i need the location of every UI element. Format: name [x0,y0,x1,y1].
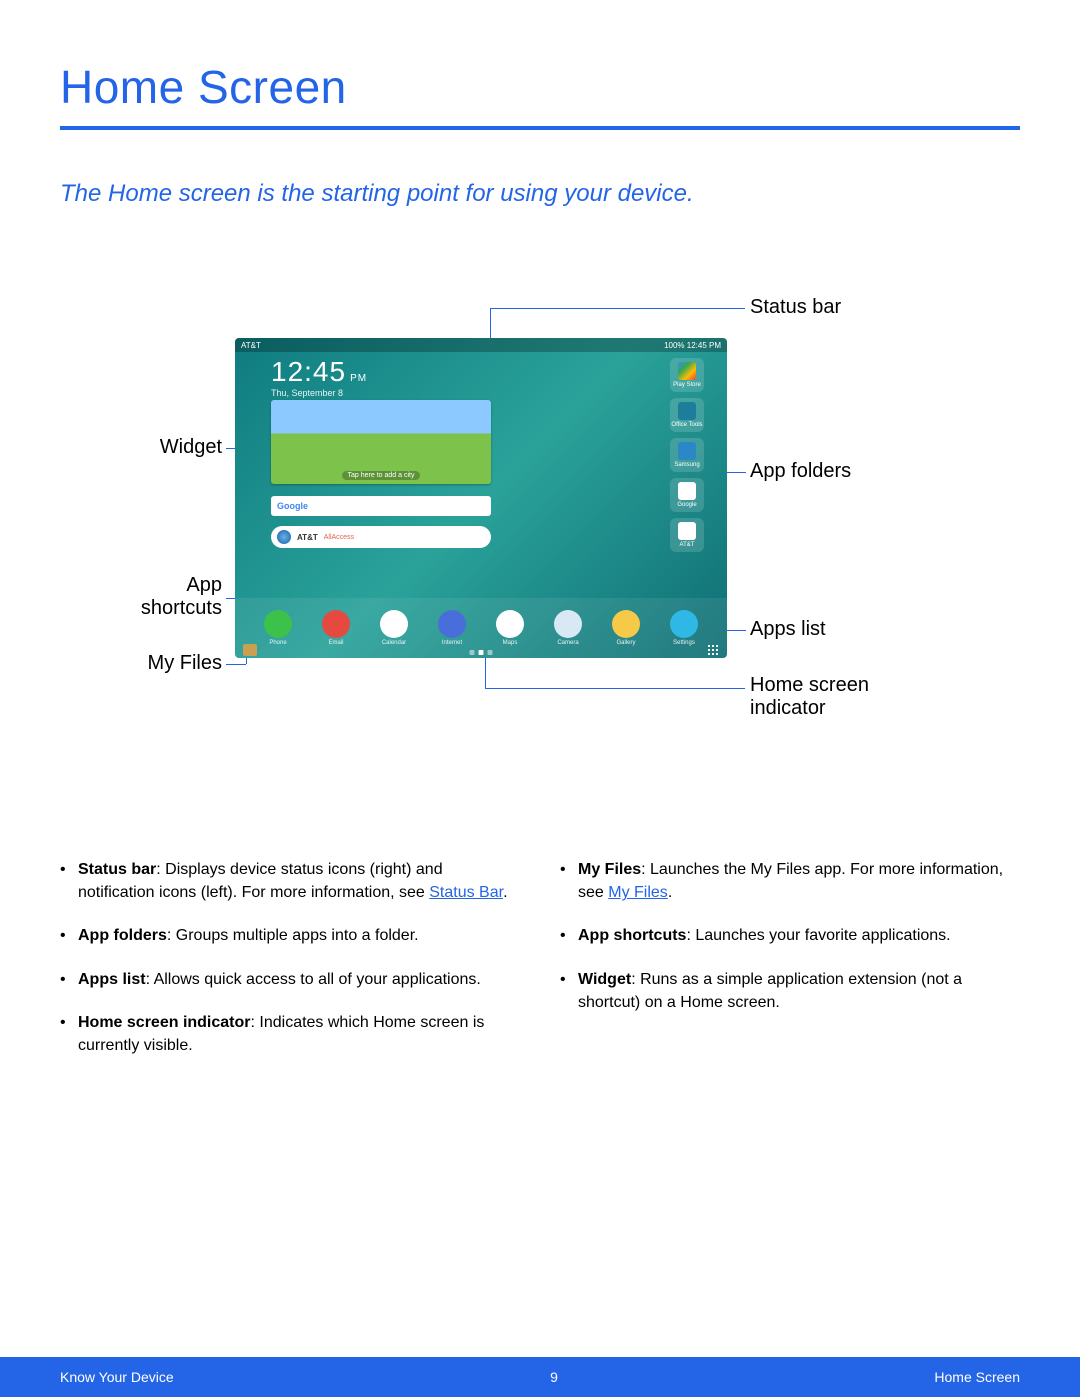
dock-calendar: Calendar [374,610,414,646]
bullet-widget: Widget: Runs as a simple application ext… [560,968,1020,1014]
callout-app-shortcuts: App shortcuts [112,574,222,620]
clock-date: Thu, September 8 [271,388,491,398]
title-rule [60,126,1020,130]
folder-att: AT&T [670,518,704,552]
right-column: My Files: Launches the My Files app. For… [560,858,1020,1077]
home-content: 12:45 PM Thu, September 8 Tap here to add… [235,352,727,624]
callout-my-files: My Files [142,652,222,675]
bullet-app-shortcuts: App shortcuts: Launches your favorite ap… [560,924,1020,947]
leader [485,658,486,688]
dock-phone: Phone [258,610,298,646]
footer-left: Know Your Device [60,1369,174,1385]
leader [485,688,745,689]
footer-bar: Know Your Device 9 Home Screen [0,1357,1080,1397]
search-brand: Google [277,501,308,511]
status-left: AT&T [241,341,261,350]
my-files-icon [243,644,257,656]
dock-email: Email [316,610,356,646]
bullet-status-bar: Status bar: Displays device status icons… [60,858,520,904]
app-folders-column: Play Store Office Tools Samsung Google A… [665,358,709,552]
diagram-area: Status bar Widget App folders App shortc… [60,288,1020,808]
home-indicator [470,650,493,655]
dock: Phone Email Calendar Internet Maps Camer… [235,598,727,658]
link-status-bar[interactable]: Status Bar [429,884,503,901]
folder-play-store: Play Store [670,358,704,392]
leader [226,664,246,665]
page-title: Home Screen [60,60,1020,114]
callout-home-indicator: Home screen indicator [750,674,869,720]
dock-settings: Settings [664,610,704,646]
folder-google: Google [670,478,704,512]
bullet-apps-list: Apps list: Allows quick access to all of… [60,968,520,991]
callout-apps-list: Apps list [750,618,826,641]
att-globe-icon [277,530,291,544]
folder-samsung: Samsung [670,438,704,472]
apps-list-icon [707,644,719,656]
footer-right: Home Screen [934,1369,1020,1385]
att-label: AT&T [297,533,318,542]
footer-page-number: 9 [550,1369,558,1385]
dock-camera: Camera [548,610,588,646]
leader [490,308,745,309]
clock-widget: 12:45 PM Thu, September 8 [271,356,491,398]
status-bar: AT&T 100% 12:45 PM [235,338,727,352]
tablet-screenshot: AT&T 100% 12:45 PM 12:45 PM Thu, Septembe… [235,338,727,658]
google-search: Google [271,496,491,516]
att-sub: AllAccess [324,534,354,541]
callout-app-folders: App folders [750,460,851,483]
weather-widget: Tap here to add a city [271,400,491,484]
page-subtitle: The Home screen is the starting point fo… [60,180,1020,208]
folder-office-tools: Office Tools [670,398,704,432]
dock-internet: Internet [432,610,472,646]
link-my-files[interactable]: My Files [608,884,668,901]
bullet-app-folders: App folders: Groups multiple apps into a… [60,924,520,947]
clock-ampm: PM [350,373,367,384]
dock-gallery: Gallery [606,610,646,646]
bullet-my-files: My Files: Launches the My Files app. For… [560,858,1020,904]
clock-time: 12:45 [271,356,346,387]
dock-maps: Maps [490,610,530,646]
widget-hint: Tap here to add a city [342,471,421,480]
att-widget: AT&T AllAccess [271,526,491,548]
callout-status-bar: Status bar [750,296,841,319]
bullet-home-indicator: Home screen indicator: Indicates which H… [60,1011,520,1057]
callout-widget: Widget [132,436,222,459]
left-column: Status bar: Displays device status icons… [60,858,520,1077]
description-columns: Status bar: Displays device status icons… [60,858,1020,1077]
status-right: 100% 12:45 PM [664,341,721,350]
